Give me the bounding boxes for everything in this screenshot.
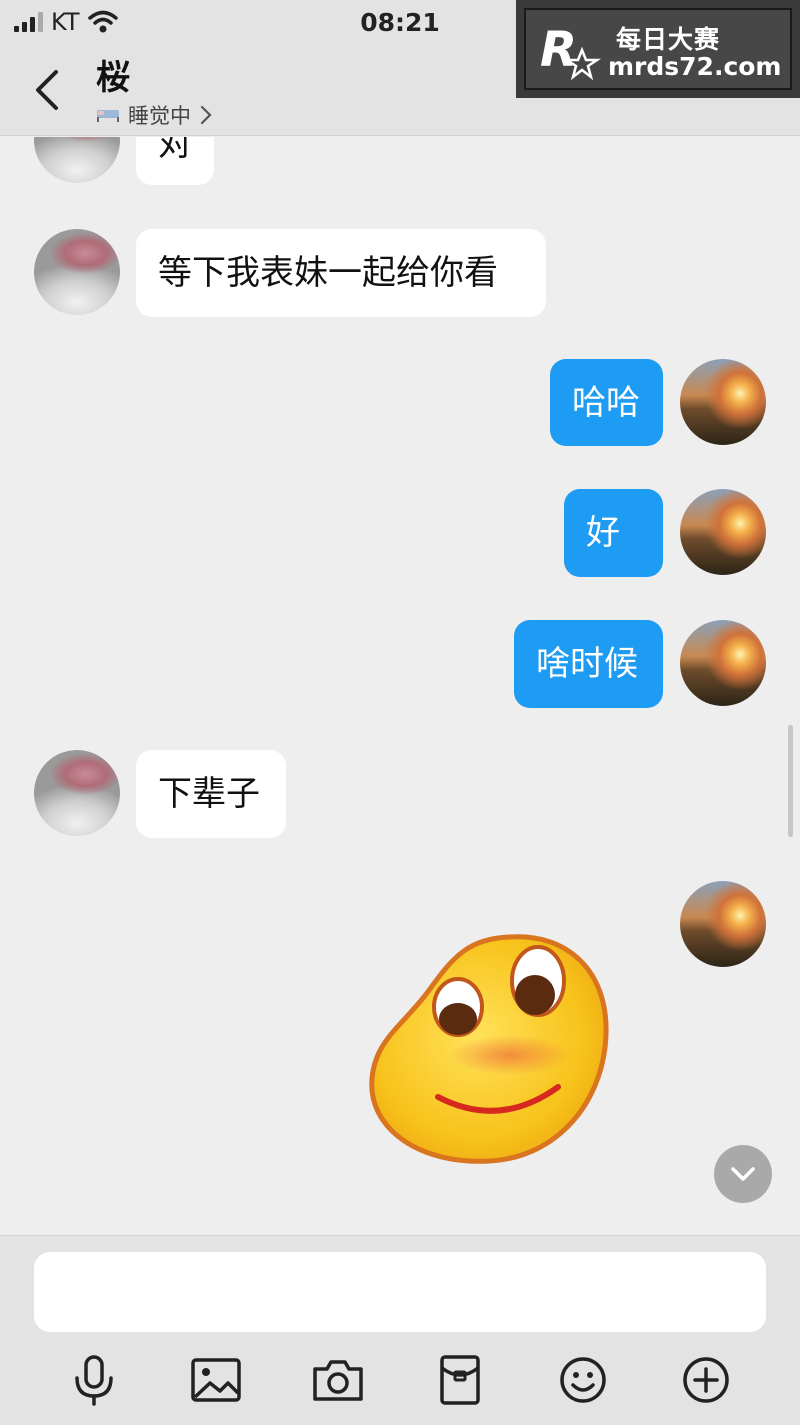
scrollbar[interactable] bbox=[788, 725, 793, 837]
watermark-brand: 每日大赛 bbox=[616, 25, 721, 54]
svg-text:R: R bbox=[540, 22, 577, 78]
watermark-logo: R bbox=[540, 22, 602, 81]
scroll-to-bottom-button[interactable] bbox=[714, 1145, 772, 1203]
message-input[interactable] bbox=[34, 1252, 766, 1332]
bed-icon bbox=[97, 110, 119, 122]
my-avatar[interactable] bbox=[680, 359, 766, 445]
photo-button[interactable] bbox=[188, 1352, 244, 1408]
watermark: R 每日大赛 mrds72.com bbox=[516, 0, 800, 98]
emoji-icon bbox=[560, 1357, 606, 1403]
back-button[interactable] bbox=[28, 66, 68, 114]
message-text: 等下我表妹一起给你看 bbox=[158, 253, 498, 293]
composer-bar bbox=[0, 1235, 800, 1425]
contact-status[interactable]: 睡觉中 bbox=[96, 100, 213, 130]
my-avatar[interactable] bbox=[680, 881, 766, 967]
message-text: 好 bbox=[586, 513, 620, 553]
more-button[interactable] bbox=[678, 1352, 734, 1408]
message-bubble-out[interactable]: 啥时候 bbox=[514, 620, 663, 708]
red-packet-button[interactable] bbox=[432, 1352, 488, 1408]
message-text: 下辈子 bbox=[158, 774, 260, 814]
my-avatar[interactable] bbox=[680, 620, 766, 706]
microphone-icon bbox=[75, 1355, 113, 1406]
smiling-blob-sticker[interactable] bbox=[360, 929, 620, 1169]
contact-avatar[interactable] bbox=[34, 137, 120, 183]
message-bubble-out[interactable]: 哈哈 bbox=[550, 359, 663, 446]
my-avatar[interactable] bbox=[680, 489, 766, 575]
message-list[interactable]: 对 等下我表妹一起给你看 哈哈 好 啥时候 下辈子 bbox=[0, 137, 800, 1235]
watermark-site: mrds72.com bbox=[608, 52, 782, 81]
plus-icon bbox=[683, 1357, 729, 1403]
message-bubble-in[interactable]: 下辈子 bbox=[136, 750, 286, 838]
message-text: 啥时候 bbox=[536, 644, 638, 684]
contact-name[interactable]: 桜 bbox=[96, 50, 130, 99]
image-icon bbox=[191, 1358, 241, 1402]
message-bubble-out[interactable]: 好 bbox=[564, 489, 663, 577]
contact-avatar[interactable] bbox=[34, 229, 120, 315]
chevron-down-icon bbox=[731, 1167, 755, 1181]
emoji-button[interactable] bbox=[555, 1352, 611, 1408]
contact-status-text: 睡觉中 bbox=[128, 104, 191, 128]
message-bubble-in[interactable]: 对 bbox=[136, 137, 214, 185]
message-text: 对 bbox=[158, 137, 192, 164]
chevron-left-icon bbox=[36, 70, 58, 110]
chevron-right-icon bbox=[200, 105, 212, 125]
contact-avatar[interactable] bbox=[34, 750, 120, 836]
message-bubble-in[interactable]: 等下我表妹一起给你看 bbox=[136, 229, 546, 317]
red-packet-icon bbox=[440, 1355, 480, 1405]
voice-button[interactable] bbox=[66, 1352, 122, 1408]
message-text: 哈哈 bbox=[572, 382, 640, 423]
camera-button[interactable] bbox=[310, 1352, 366, 1408]
camera-icon bbox=[313, 1360, 363, 1401]
